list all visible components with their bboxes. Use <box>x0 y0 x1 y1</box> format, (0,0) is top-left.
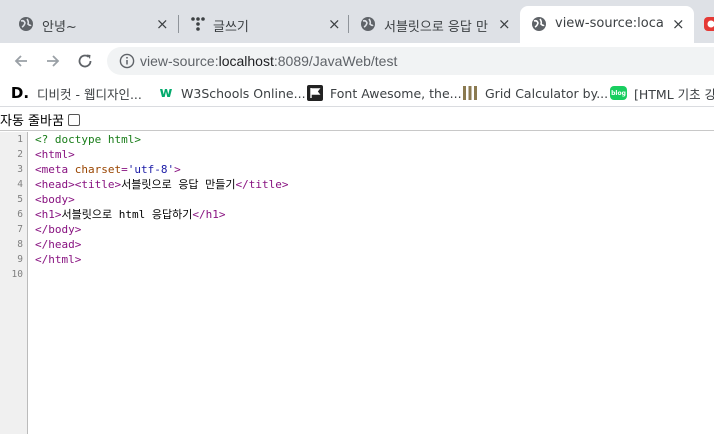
close-icon[interactable]: × <box>156 14 169 34</box>
line-number: 2 <box>17 149 23 160</box>
source-view: 1 2 3 4 5 6 7 8 9 10 <? doctype html> <h… <box>0 132 714 434</box>
info-icon[interactable] <box>119 53 135 69</box>
reload-button[interactable] <box>72 48 98 74</box>
tab-title: 글쓰기 <box>213 20 249 35</box>
tab-2[interactable]: 글쓰기 × <box>179 6 347 43</box>
tag-token: <h1> <box>35 208 62 221</box>
url-scheme: view-source: <box>140 53 219 69</box>
attribute-value-token: 'utf-8' <box>127 163 175 176</box>
tab-3[interactable]: 서블릿으로 응답 만 × <box>349 6 517 43</box>
code-line: </head> <box>35 237 81 252</box>
tag-token: <html> <box>35 148 75 161</box>
line-number: 5 <box>17 194 23 205</box>
reload-icon <box>78 54 92 68</box>
url-host: localhost <box>218 53 274 69</box>
tab-4-active[interactable]: view-source:localho × <box>520 6 694 43</box>
bookmark-font-awesome[interactable]: Font Awesome, the... <box>307 84 462 102</box>
flag-icon <box>307 85 323 101</box>
globe-icon <box>532 17 546 31</box>
dots-icon <box>191 17 205 31</box>
line-number: 1 <box>17 134 23 145</box>
address-bar[interactable]: view-source:localhost:8089/JavaWeb/test <box>107 47 714 75</box>
bookmark-grid-calculator[interactable]: Grid Calculator by... <box>462 84 608 102</box>
code-line: </body> <box>35 222 81 237</box>
line-number: 8 <box>17 239 23 250</box>
line-number: 4 <box>17 179 23 190</box>
bookmarks-bar: D. 디비컷 - 웹디자인... w W3Schools Online... F… <box>0 79 714 107</box>
app-icon[interactable] <box>703 16 714 32</box>
code-line: <? doctype html> <box>35 132 141 147</box>
line-number-gutter: 1 2 3 4 5 6 7 8 9 10 <box>0 132 28 434</box>
globe-icon <box>19 17 33 31</box>
bookmark-label: Grid Calculator by... <box>485 85 609 101</box>
tag-token: = <box>121 163 128 176</box>
close-icon[interactable]: × <box>328 14 341 34</box>
close-icon[interactable]: × <box>498 14 511 34</box>
tag-token: <body> <box>35 193 75 206</box>
w3schools-logo-icon: w <box>159 85 173 101</box>
close-icon[interactable]: × <box>672 14 685 34</box>
browser-toolbar: view-source:localhost:8089/JavaWeb/test <box>0 43 714 79</box>
bookmark-dbcut[interactable]: D. 디비컷 - 웹디자인... <box>11 84 142 102</box>
bookmark-html-basics[interactable]: blog [HTML 기초 강 <box>610 84 714 102</box>
line-number: 10 <box>11 269 23 280</box>
grid-columns-icon <box>462 85 478 101</box>
tag-token: <head><title> <box>35 178 122 191</box>
text-token: 서블릿으로 html 응답하기 <box>61 208 193 221</box>
arrow-left-icon <box>14 55 27 67</box>
arrow-right-icon <box>47 55 60 67</box>
back-button[interactable] <box>8 48 34 74</box>
bookmark-w3schools[interactable]: w W3Schools Online... <box>158 84 306 102</box>
tab-title: 안녕~ <box>42 20 77 35</box>
bookmark-label: [HTML 기초 강 <box>634 86 714 102</box>
line-wrap-checkbox[interactable] <box>67 113 80 126</box>
doctype-token: <? doctype html> <box>35 133 141 146</box>
line-number: 3 <box>17 164 23 175</box>
code-line: <head><title>서블릿으로 응답 만들기</title> <box>35 177 289 192</box>
line-number: 9 <box>17 254 23 265</box>
tab-title: 서블릿으로 응답 만 <box>384 20 488 35</box>
line-wrap-label: 자동 줄바꿈 <box>0 114 64 129</box>
tag-token: </body> <box>35 223 82 236</box>
line-wrap-bar: 자동 줄바꿈 <box>0 109 714 131</box>
line-number: 6 <box>17 209 23 220</box>
dbcut-logo-icon: D. <box>10 84 30 102</box>
tag-token: > <box>174 163 181 176</box>
forward-button[interactable] <box>40 48 66 74</box>
bookmark-label: W3Schools Online... <box>181 85 306 101</box>
tag-token: </head> <box>35 238 82 251</box>
url-path: :8089/JavaWeb/test <box>273 53 398 69</box>
code-line: <meta charset='utf-8'> <box>35 162 181 177</box>
url-text: view-source:localhost:8089/JavaWeb/test <box>140 53 397 69</box>
attribute-name-token: charset <box>74 163 122 176</box>
code-line: <h1>서블릿으로 html 응답하기</h1> <box>35 207 225 222</box>
tab-1[interactable]: 안녕~ × <box>0 6 178 43</box>
tag-token: </h1> <box>192 208 226 221</box>
bookmark-label: 디비컷 - 웹디자인... <box>37 86 142 102</box>
tab-title: view-source:localho <box>555 16 665 31</box>
line-number: 7 <box>17 224 23 235</box>
bookmark-label: Font Awesome, the... <box>330 85 462 101</box>
tag-token: </title> <box>235 178 289 191</box>
text-token: 서블릿으로 응답 만들기 <box>121 178 236 191</box>
code-line: <html> <box>35 147 75 162</box>
globe-icon <box>361 17 375 31</box>
tag-token: </html> <box>35 253 82 266</box>
tab-strip: 안녕~ × 글쓰기 × 서블릿으로 응답 만 × view-source:loc… <box>0 0 714 43</box>
code-line: </html> <box>35 252 81 267</box>
tag-token: <meta <box>35 163 75 176</box>
blog-icon: blog <box>610 86 627 100</box>
code-line: <body> <box>35 192 75 207</box>
